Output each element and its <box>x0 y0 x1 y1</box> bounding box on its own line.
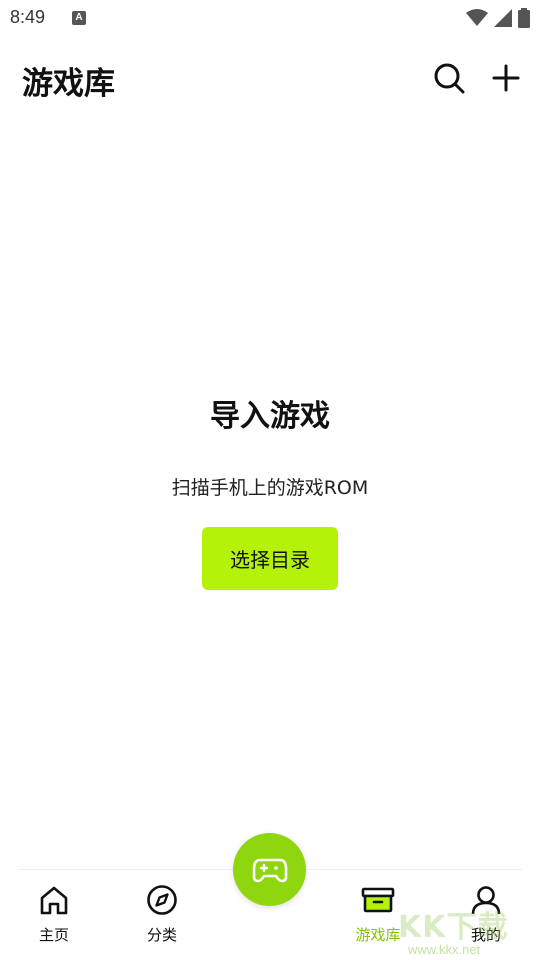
nav-label-home: 主页 <box>38 926 69 944</box>
wifi-icon <box>466 9 488 26</box>
nav-label-library: 游戏库 <box>355 926 401 944</box>
status-time: 8:49 <box>10 7 46 27</box>
empty-state: 导入游戏 扫描手机上的游戏ROM <box>0 395 540 501</box>
compass-icon <box>147 885 177 915</box>
nav-item-profile[interactable]: 我的 <box>441 884 531 945</box>
signal-icon <box>494 9 512 27</box>
page-title: 游戏库 <box>22 66 115 102</box>
user-icon <box>471 886 501 915</box>
search-button[interactable] <box>431 60 467 96</box>
status-bar: 8:49 A <box>0 0 540 36</box>
nav-label-category: 分类 <box>146 926 177 944</box>
empty-state-description: 扫描手机上的游戏ROM <box>171 477 369 499</box>
add-button[interactable] <box>488 60 524 96</box>
nav-item-home[interactable]: 主页 <box>9 884 99 945</box>
plus-icon <box>492 64 520 92</box>
nav-item-library[interactable]: 游戏库 <box>333 884 423 945</box>
gamepad-fab-button[interactable] <box>233 833 306 906</box>
archive-box-icon <box>361 887 395 913</box>
nav-label-profile: 我的 <box>470 926 501 944</box>
battery-icon <box>518 8 530 28</box>
gamepad-icon <box>252 858 287 882</box>
nav-item-category[interactable]: 分类 <box>117 884 207 945</box>
status-icons <box>466 8 530 28</box>
search-icon <box>434 63 465 94</box>
home-icon <box>40 886 68 915</box>
app-bar: 游戏库 <box>0 48 540 110</box>
empty-state-title: 导入游戏 <box>210 399 330 434</box>
select-directory-button[interactable]: 选择目录 <box>202 527 338 590</box>
notification-app-icon: A <box>72 11 86 25</box>
